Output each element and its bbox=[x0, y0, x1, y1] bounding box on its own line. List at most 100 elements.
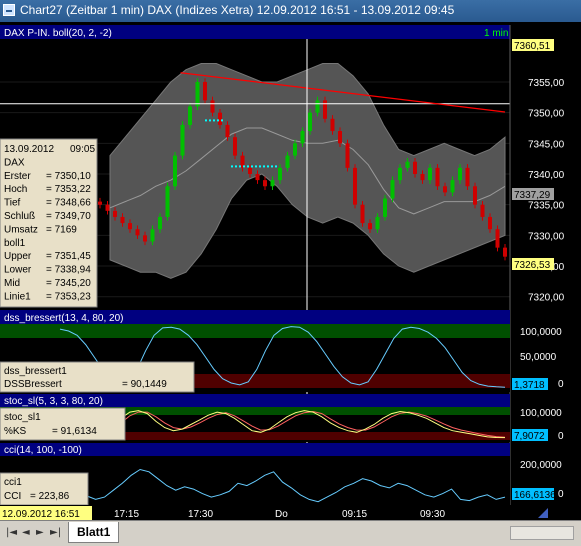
price-info-value: = 7169 bbox=[46, 224, 77, 235]
sheet-tab-bar: |◄ ◄ ► ►| Blatt1 bbox=[0, 520, 581, 546]
price-panel-title: DAX P-IN. boll(20, 2, -2) bbox=[4, 28, 112, 39]
price-interval-label: 1 min bbox=[484, 28, 508, 39]
price-info-label: Hoch bbox=[4, 184, 27, 195]
candle-body bbox=[503, 247, 507, 257]
candle-body bbox=[150, 229, 155, 242]
candle-body bbox=[233, 137, 237, 156]
candle-body bbox=[450, 180, 455, 193]
time-label-do: Do bbox=[275, 509, 288, 520]
candle-body bbox=[300, 131, 305, 144]
price-info-label: Umsatz bbox=[4, 224, 38, 235]
current-time: 12.09.2012 16:51 bbox=[2, 509, 80, 520]
candle-body bbox=[135, 229, 140, 236]
price-info-value: = 7353,22 bbox=[46, 184, 91, 195]
dss-tick-0: 0 bbox=[558, 379, 564, 390]
price-tick-label: 7320,00 bbox=[528, 293, 565, 304]
tab-next-icon[interactable]: ► bbox=[36, 527, 44, 538]
time-label-0930: 09:30 bbox=[420, 509, 445, 520]
marker-dot bbox=[243, 165, 245, 168]
price-info-value: 09:05 bbox=[70, 144, 95, 155]
marker-dot bbox=[205, 119, 207, 122]
price-info-label: Linie1 bbox=[4, 291, 31, 302]
candle-body bbox=[413, 161, 417, 174]
time-label-0915: 09:15 bbox=[342, 509, 367, 520]
candle-body bbox=[98, 201, 102, 205]
candle-body bbox=[383, 198, 387, 217]
price-tick-label: 7355,00 bbox=[528, 78, 565, 89]
window-title-bar[interactable]: Chart27 (Zeitbar 1 min) DAX (Indizes Xet… bbox=[0, 0, 581, 22]
price-info-label: Schluß bbox=[4, 211, 35, 222]
candle-body bbox=[443, 186, 447, 193]
candle-body bbox=[203, 81, 207, 101]
marker-dot bbox=[231, 165, 233, 168]
price-info-label: Erster bbox=[4, 171, 31, 182]
tab-first-icon[interactable]: |◄ bbox=[6, 527, 17, 538]
time-axis: 12.09.2012 16:51 17:15 17:30 Do 09:15 09… bbox=[0, 505, 581, 520]
marker-dot bbox=[263, 165, 265, 168]
candle-body bbox=[435, 167, 440, 187]
candle-body bbox=[323, 100, 327, 119]
stoc-tick-100: 100,0000 bbox=[520, 408, 562, 419]
candle-body bbox=[330, 118, 335, 132]
tab-blatt1[interactable]: Blatt1 bbox=[68, 522, 120, 543]
candle-body bbox=[180, 124, 185, 156]
candle-body bbox=[473, 186, 477, 205]
dss-info-name: dss_bressert1 bbox=[4, 366, 67, 377]
dss-panel-title: dss_bressert(13, 4, 80, 20) bbox=[4, 313, 124, 324]
candle-body bbox=[345, 143, 350, 168]
dss-info-value: = 90,1449 bbox=[122, 379, 167, 390]
window-title: Chart27 (Zeitbar 1 min) DAX (Indizes Xet… bbox=[20, 3, 455, 17]
candle-body bbox=[188, 106, 192, 125]
candle-body bbox=[390, 180, 395, 199]
candle-body bbox=[218, 112, 222, 125]
candle-body bbox=[255, 174, 260, 181]
stoc-panel-title: stoc_sl(5, 3, 3, 80, 20) bbox=[4, 396, 103, 407]
price-info-label: boll1 bbox=[4, 238, 26, 249]
dss-info-label: DSSBressert bbox=[4, 379, 62, 390]
chart-area[interactable]: DAX P-IN. boll(20, 2, -2) 1 min 7355,00 7… bbox=[0, 22, 581, 520]
marker-dot bbox=[221, 119, 223, 122]
candle-body bbox=[480, 204, 485, 217]
marker-dot bbox=[239, 165, 241, 168]
cci-info-name: cci1 bbox=[4, 477, 22, 488]
stoc-info-name: stoc_sl1 bbox=[4, 412, 41, 423]
candle-body bbox=[308, 112, 312, 132]
candle-body bbox=[353, 167, 357, 205]
candle-body bbox=[263, 180, 267, 187]
candle-body bbox=[315, 100, 320, 113]
price-tick-label: 7350,00 bbox=[528, 109, 565, 120]
marker-dot bbox=[275, 165, 277, 168]
candle-body bbox=[248, 167, 252, 174]
marker-dot bbox=[259, 165, 261, 168]
candle-body bbox=[128, 223, 132, 230]
candle-body bbox=[120, 216, 125, 224]
price-tick-label: 7335,00 bbox=[528, 201, 565, 212]
candle-body bbox=[465, 167, 470, 187]
marker-dot bbox=[217, 119, 219, 122]
candle-body bbox=[285, 155, 290, 168]
horizontal-scrollbar[interactable] bbox=[510, 526, 574, 540]
dss-last-value: 1,3718 bbox=[514, 380, 545, 391]
tab-last-icon[interactable]: ►| bbox=[50, 527, 61, 538]
price-info-label: Mid bbox=[4, 278, 20, 289]
cci-last-value: 166,6136 bbox=[514, 490, 556, 501]
price-info-label: DAX bbox=[4, 157, 25, 168]
candle-body bbox=[375, 216, 380, 230]
price-info-label: Lower bbox=[4, 265, 32, 276]
candle-body bbox=[158, 216, 162, 230]
candle-body bbox=[195, 81, 200, 107]
marker-dot bbox=[271, 165, 273, 168]
price-info-value: = 7353,23 bbox=[46, 291, 91, 302]
candle-body bbox=[105, 204, 110, 211]
tab-prev-icon[interactable]: ◄ bbox=[22, 527, 30, 538]
candle-body bbox=[488, 216, 492, 230]
marker-dot bbox=[267, 165, 269, 168]
candle-body bbox=[278, 167, 282, 181]
price-info-value: = 7348,66 bbox=[46, 198, 91, 209]
marker-dot bbox=[255, 165, 257, 168]
price-tick-label: 7340,00 bbox=[528, 170, 565, 181]
stoc-panel: stoc_sl(5, 3, 3, 80, 20) 100,0000 0 7,90… bbox=[0, 394, 564, 442]
price-tick-label: 7345,00 bbox=[528, 139, 565, 150]
candle-body bbox=[293, 143, 297, 156]
dss-tick-100: 100,0000 bbox=[520, 327, 562, 338]
